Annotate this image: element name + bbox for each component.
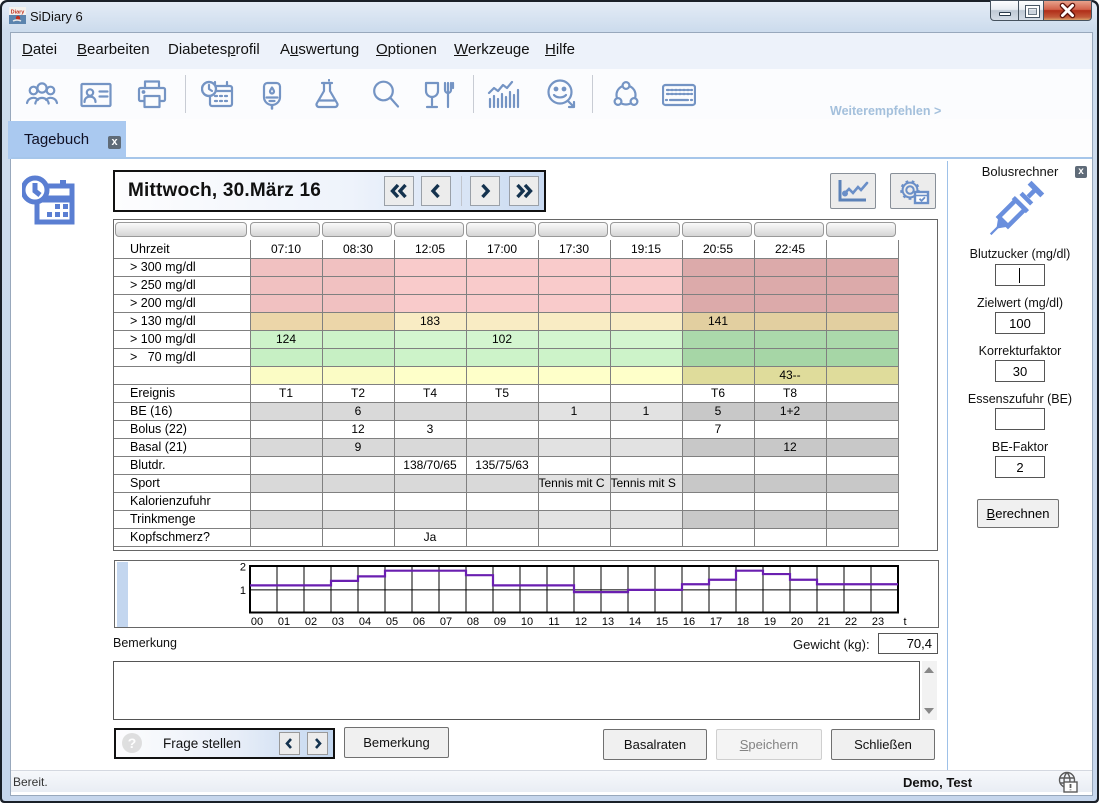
svg-text:06: 06 [413, 616, 425, 628]
svg-text:t: t [903, 616, 906, 628]
svg-text:17: 17 [710, 616, 722, 628]
svg-text:03: 03 [332, 616, 344, 628]
svg-text:18: 18 [737, 616, 749, 628]
svg-text:16: 16 [683, 616, 695, 628]
svg-text:00: 00 [251, 616, 263, 628]
svg-text:22: 22 [845, 616, 857, 628]
svg-text:01: 01 [278, 616, 290, 628]
svg-text:12: 12 [575, 616, 587, 628]
svg-text:14: 14 [629, 616, 641, 628]
svg-text:2: 2 [240, 562, 246, 574]
svg-text:08: 08 [467, 616, 479, 628]
svg-text:23: 23 [872, 616, 884, 628]
svg-text:13: 13 [602, 616, 614, 628]
svg-text:10: 10 [521, 616, 533, 628]
svg-text:04: 04 [359, 616, 371, 628]
svg-text:21: 21 [818, 616, 830, 628]
svg-text:19: 19 [764, 616, 776, 628]
svg-text:09: 09 [494, 616, 506, 628]
svg-text:05: 05 [386, 616, 398, 628]
svg-text:02: 02 [305, 616, 317, 628]
svg-text:15: 15 [656, 616, 668, 628]
svg-text:Diary: Diary [11, 10, 26, 16]
svg-text:11: 11 [548, 616, 559, 628]
svg-text:20: 20 [791, 616, 803, 628]
svg-text:1: 1 [240, 585, 246, 597]
svg-text:07: 07 [440, 616, 452, 628]
